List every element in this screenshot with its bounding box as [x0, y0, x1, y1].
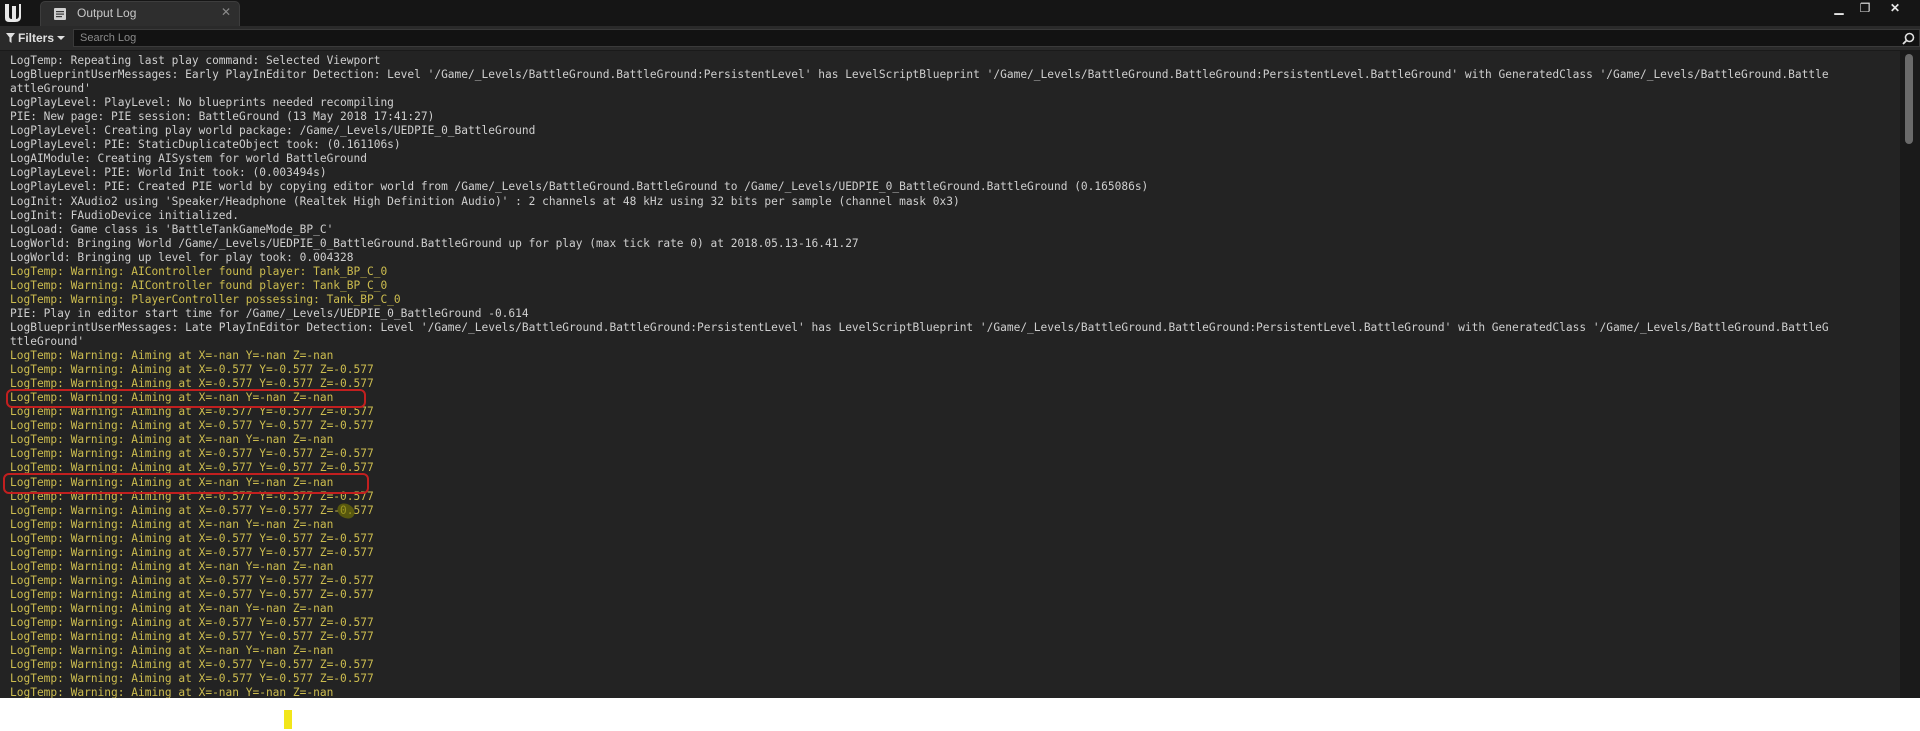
- log-line: attleGround': [10, 82, 91, 96]
- log-line: LogPlayLevel: Creating play world packag…: [10, 124, 536, 138]
- highlight-annotation: [6, 389, 366, 408]
- restore-button[interactable]: ❐: [1854, 0, 1876, 16]
- log-line: LogWorld: Bringing World /Game/_Levels/U…: [10, 236, 859, 250]
- log-line: LogTemp: Warning: Aiming at X=-0.577 Y=-…: [10, 363, 374, 377]
- output-log-icon: [54, 8, 66, 20]
- log-line: LogTemp: Warning: Aiming at X=-nan Y=-na…: [10, 644, 334, 658]
- title-bar: Output Log ✕ ▁ ❐ ✕: [0, 0, 1920, 26]
- log-line: LogTemp: Warning: AIController found pla…: [10, 278, 388, 292]
- minimize-button[interactable]: ▁: [1828, 0, 1850, 16]
- log-line: LogTemp: Warning: Aiming at X=-nan Y=-na…: [10, 517, 334, 531]
- vertical-scrollbar[interactable]: [1900, 51, 1920, 698]
- log-line: LogTemp: Warning: Aiming at X=-0.577 Y=-…: [10, 658, 374, 672]
- log-line: LogTemp: Warning: AIController found pla…: [10, 264, 388, 278]
- search-input[interactable]: [80, 30, 1880, 46]
- log-line: LogTemp: Warning: Aiming at X=-0.577 Y=-…: [10, 503, 374, 517]
- log-line: LogInit: FAudioDevice initialized.: [10, 208, 240, 222]
- log-line: LogTemp: Warning: PlayerController posse…: [10, 292, 401, 306]
- log-line: ttleGround': [10, 335, 85, 348]
- log-line: LogBlueprintUserMessages: Late PlayInEdi…: [10, 320, 1829, 334]
- log-line: LogTemp: Warning: Aiming at X=-0.577 Y=-…: [10, 531, 374, 545]
- log-line: LogTemp: Warning: Aiming at X=-0.577 Y=-…: [10, 630, 374, 644]
- tab-output-log[interactable]: Output Log ✕: [40, 1, 240, 26]
- filters-label: Filters: [18, 31, 55, 45]
- log-line: LogTemp: Warning: Aiming at X=-0.577 Y=-…: [10, 545, 374, 559]
- tab-close-icon[interactable]: ✕: [221, 5, 231, 19]
- log-line: LogInit: XAudio2 using 'Speaker/Headphon…: [10, 194, 960, 208]
- close-window-button[interactable]: ✕: [1884, 0, 1906, 16]
- funnel-icon: [6, 33, 15, 43]
- log-line: LogLoad: Game class is 'BattleTankGameMo…: [10, 222, 334, 236]
- log-line: LogPlayLevel: PIE: StaticDuplicateObject…: [10, 138, 401, 152]
- highlight-annotation: [3, 473, 369, 494]
- output-log-window: Output Log ✕ ▁ ❐ ✕ Filters LogTemp: Repe…: [0, 0, 1920, 698]
- log-line: LogTemp: Warning: Aiming at X=-0.577 Y=-…: [10, 447, 374, 461]
- log-line: LogPlayLevel: PIE: Created PIE world by …: [10, 180, 1149, 194]
- unreal-logo-icon: [5, 4, 21, 22]
- log-line: LogTemp: Warning: Aiming at X=-0.577 Y=-…: [10, 616, 374, 629]
- log-line: LogTemp: Warning: Aiming at X=-nan Y=-na…: [10, 433, 334, 447]
- log-line: LogTemp: Repeating last play command: Se…: [10, 54, 381, 67]
- filters-button[interactable]: Filters: [6, 29, 66, 47]
- log-line: LogTemp: Warning: Aiming at X=-0.577 Y=-…: [10, 587, 374, 601]
- chevron-down-icon: [57, 36, 66, 40]
- log-line: LogTemp: Warning: Aiming at X=-0.577 Y=-…: [10, 419, 374, 433]
- log-line: LogTemp: Warning: Aiming at X=-nan Y=-na…: [10, 601, 334, 615]
- log-line: LogBlueprintUserMessages: Early PlayInEd…: [10, 68, 1829, 82]
- log-line: LogAIModule: Creating AISystem for world…: [10, 152, 367, 166]
- text-caret: [284, 710, 292, 729]
- log-line: PIE: Play in editor start time for /Game…: [10, 306, 529, 320]
- log-line: LogTemp: Warning: Aiming at X=-0.577 Y=-…: [10, 573, 374, 587]
- search-icon[interactable]: [1902, 32, 1915, 45]
- log-line: LogWorld: Bringing up level for play too…: [10, 250, 354, 264]
- log-line: LogPlayLevel: PlayLevel: No blueprints n…: [10, 96, 394, 110]
- log-line: LogTemp: Warning: Aiming at X=-nan Y=-na…: [10, 349, 334, 363]
- log-line: LogTemp: Warning: Aiming at X=-nan Y=-na…: [10, 559, 334, 573]
- log-line: LogPlayLevel: PIE: World Init took: (0.0…: [10, 166, 327, 180]
- tab-label: Output Log: [77, 6, 137, 20]
- log-line: LogTemp: Warning: Aiming at X=-nan Y=-na…: [10, 686, 334, 698]
- scrollbar-thumb[interactable]: [1905, 54, 1913, 144]
- toolbar: Filters: [0, 26, 1920, 51]
- log-line: LogTemp: Warning: Aiming at X=-0.577 Y=-…: [10, 672, 374, 686]
- search-box[interactable]: [73, 29, 1920, 47]
- log-line: PIE: New page: PIE session: BattleGround…: [10, 110, 435, 124]
- log-output-area[interactable]: LogTemp: Repeating last play command: Se…: [0, 51, 1900, 698]
